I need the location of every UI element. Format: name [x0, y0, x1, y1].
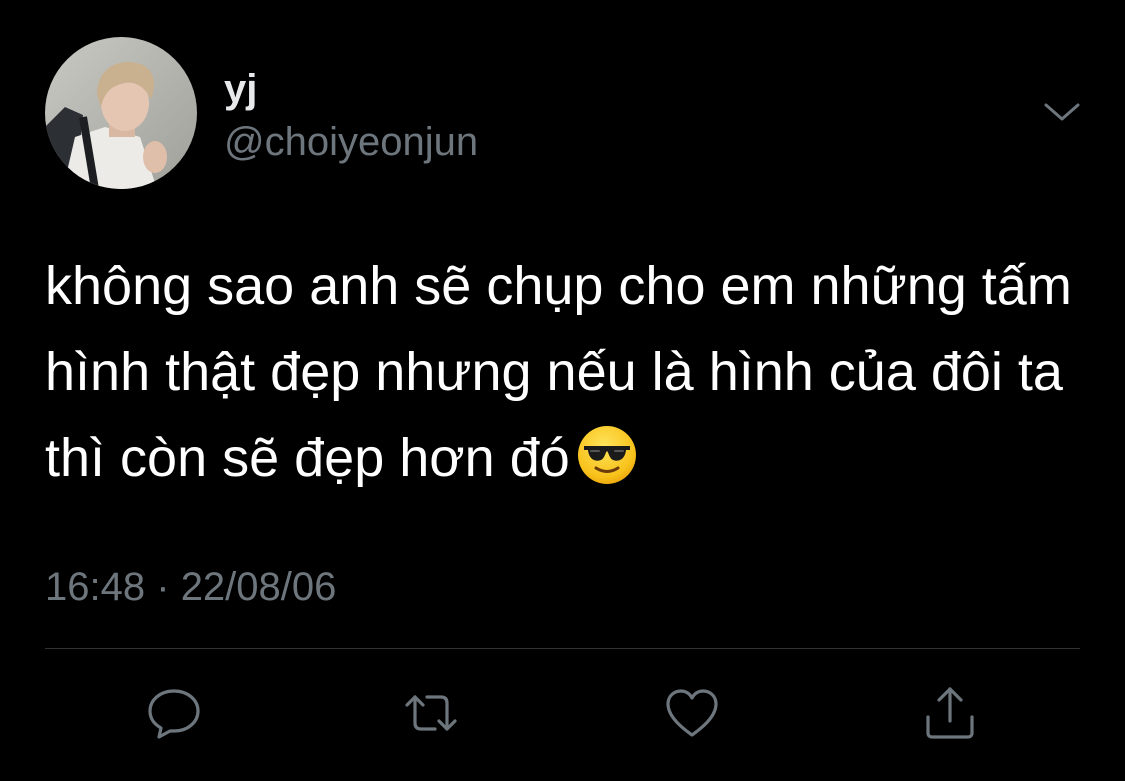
speech-bubble-icon	[148, 689, 200, 739]
user-handle[interactable]: @choiyeonjun	[224, 117, 478, 167]
tweet-date: 22/08/06	[180, 565, 337, 609]
tweet-card: yj @choiyeonjun không sao anh sẽ chụp ch…	[0, 0, 1125, 781]
retweet-arrows-icon	[405, 695, 457, 731]
more-options-button[interactable]	[1040, 92, 1084, 132]
retweet-button[interactable]	[401, 683, 461, 743]
avatar[interactable]	[45, 37, 197, 189]
tweet-timestamp: 16:48 · 22/08/06	[45, 562, 336, 612]
meta-separator: ·	[156, 565, 170, 609]
like-button[interactable]	[662, 683, 722, 743]
tweet-time: 16:48	[45, 565, 146, 609]
heart-icon	[666, 689, 718, 737]
chevron-down-icon	[1044, 103, 1080, 121]
sunglasses-emoji-icon	[576, 424, 638, 486]
divider	[45, 648, 1080, 649]
avatar-photo	[45, 37, 197, 189]
share-upload-icon	[926, 687, 974, 739]
share-button[interactable]	[920, 683, 980, 743]
tweet-text: không sao anh sẽ chụp cho em những tấm h…	[45, 243, 1095, 501]
tweet-body: không sao anh sẽ chụp cho em những tấm h…	[45, 256, 1072, 488]
reply-button[interactable]	[144, 683, 204, 743]
display-name[interactable]: yj	[224, 64, 257, 114]
